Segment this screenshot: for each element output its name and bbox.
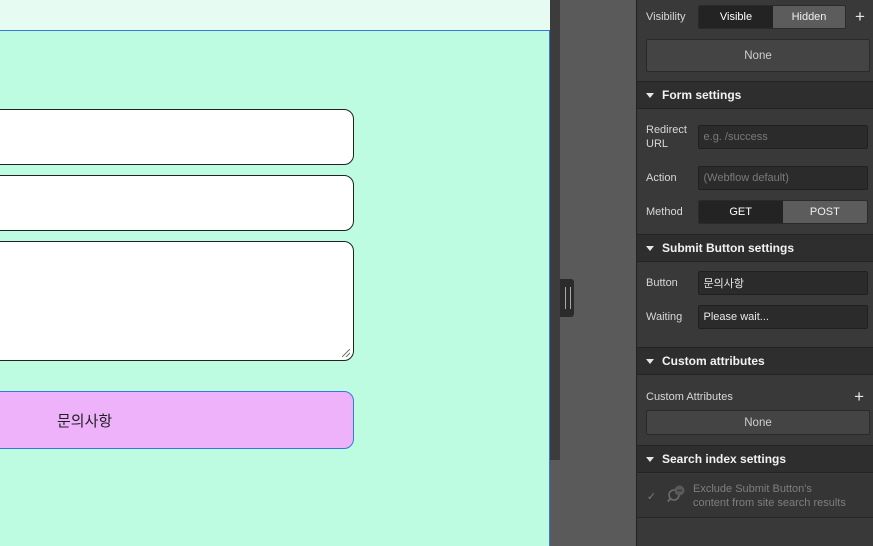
visibility-conditions-box[interactable]: None xyxy=(646,39,870,72)
chevron-down-icon xyxy=(646,245,654,251)
canvas-edge xyxy=(550,0,560,460)
visibility-toggle[interactable]: Visible Hidden xyxy=(698,5,846,29)
chevron-down-icon xyxy=(646,92,654,98)
chevron-down-icon xyxy=(646,358,654,364)
form-settings-header[interactable]: Form settings xyxy=(637,81,873,109)
redirect-url-input[interactable]: e.g. /success xyxy=(697,125,868,149)
method-get-option[interactable]: GET xyxy=(698,201,783,223)
visibility-label: Visibility xyxy=(646,11,686,23)
submit-button-settings-header[interactable]: Submit Button settings xyxy=(637,234,873,262)
button-text-input[interactable]: 문의사항 xyxy=(697,271,868,295)
exclude-text-line-2: content from site search results xyxy=(693,497,846,509)
action-label: Action xyxy=(646,172,677,184)
submit-button[interactable]: 문의사항 xyxy=(0,391,354,449)
search-exclude-icon xyxy=(667,485,685,503)
action-row: Action (Webflow default) xyxy=(646,166,868,190)
button-label: Button xyxy=(646,277,678,289)
search-index-settings-title: Search index settings xyxy=(662,452,787,466)
exclude-checkbox[interactable]: ✓ xyxy=(645,490,658,503)
design-canvas[interactable]: 문의사항 xyxy=(0,0,574,546)
chevron-down-icon xyxy=(646,456,654,462)
method-row: Method GET POST xyxy=(646,200,868,224)
settings-panel: Visibility Visible Hidden + None Form se… xyxy=(636,0,873,546)
submit-button-settings-title: Submit Button settings xyxy=(662,241,794,255)
action-input[interactable]: (Webflow default) xyxy=(697,166,868,190)
submit-button-label: 문의사항 xyxy=(57,412,113,430)
panel-resize-handle-icon[interactable] xyxy=(560,279,574,317)
custom-attributes-header[interactable]: Custom attributes xyxy=(637,347,873,375)
method-post-option[interactable]: POST xyxy=(782,201,867,223)
textarea-resize-grip-icon[interactable] xyxy=(342,349,350,357)
method-toggle[interactable]: GET POST xyxy=(697,200,868,224)
visibility-hidden-option[interactable]: Hidden xyxy=(772,6,845,28)
custom-attributes-title: Custom attributes xyxy=(662,354,765,368)
message-textarea[interactable] xyxy=(0,241,354,361)
method-label: Method xyxy=(646,206,683,218)
redirect-url-label: Redirect URL xyxy=(646,124,687,150)
custom-attributes-label: Custom Attributes xyxy=(646,391,733,403)
add-attribute-icon[interactable]: + xyxy=(854,388,864,405)
form-settings-title: Form settings xyxy=(662,88,742,102)
custom-attributes-box[interactable]: None xyxy=(646,410,870,435)
email-input-field[interactable] xyxy=(0,175,354,231)
redirect-row: Redirect URL e.g. /success xyxy=(646,123,868,151)
canvas-top-section xyxy=(0,0,550,30)
exclude-search-text: Exclude Submit Button's content from sit… xyxy=(693,482,846,510)
button-text-row: Button 문의사항 xyxy=(646,271,868,295)
search-index-row: ✓ Exclude Submit Button's content from s… xyxy=(637,474,873,518)
exclude-text-line-1: Exclude Submit Button's xyxy=(693,483,812,495)
name-input-field[interactable] xyxy=(0,109,354,165)
waiting-text-input[interactable]: Please wait... xyxy=(697,305,868,329)
visibility-row: Visibility Visible Hidden + xyxy=(646,5,868,29)
add-visibility-condition-icon[interactable]: + xyxy=(855,8,865,25)
custom-attributes-row: Custom Attributes + xyxy=(646,388,868,406)
search-index-settings-header[interactable]: Search index settings xyxy=(637,445,873,473)
visibility-visible-option[interactable]: Visible xyxy=(699,6,773,28)
waiting-label: Waiting xyxy=(646,311,683,323)
waiting-text-row: Waiting Please wait... xyxy=(646,305,868,329)
